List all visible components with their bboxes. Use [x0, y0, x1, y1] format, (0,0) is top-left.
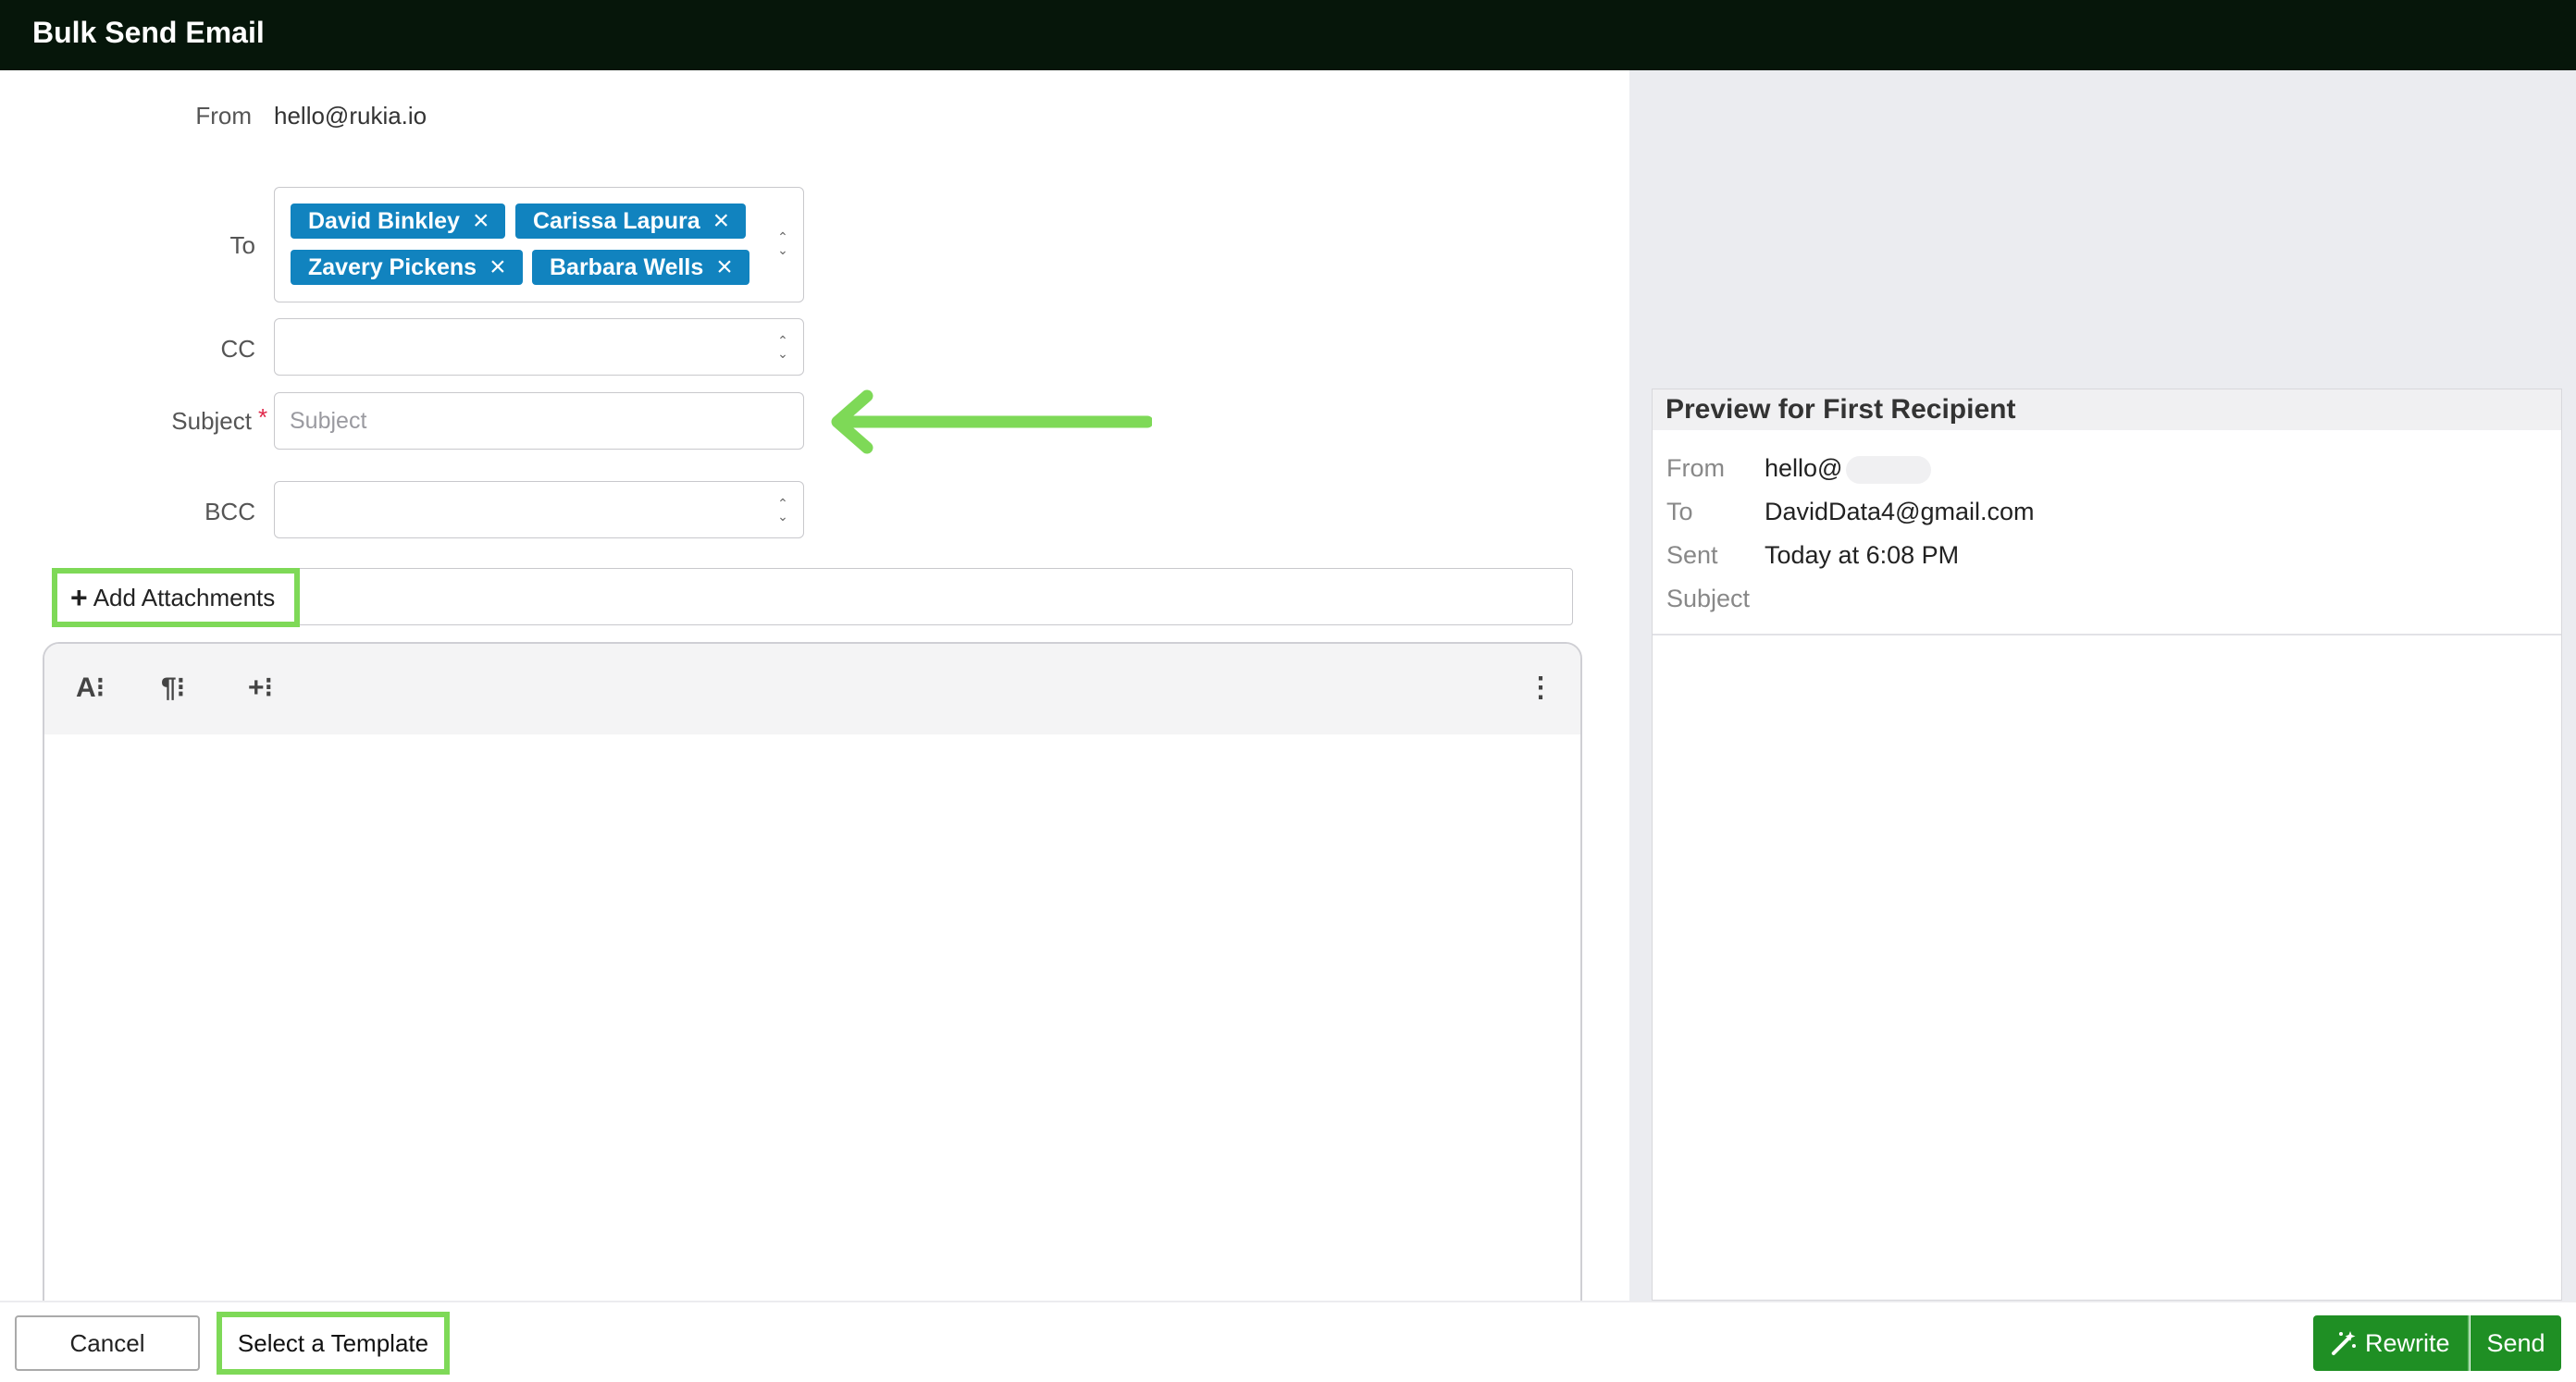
from-value: hello@rukia.io: [274, 102, 427, 130]
redacted-text: [1846, 455, 1932, 484]
cc-field[interactable]: ⌃ ⌄: [274, 318, 804, 376]
bcc-label: BCC: [204, 498, 255, 525]
recipient-tag-label: Carissa Lapura: [533, 208, 700, 234]
cancel-button[interactable]: Cancel: [15, 1315, 200, 1371]
recipient-tag[interactable]: Carissa Lapura ×: [515, 204, 747, 239]
preview-from-row: From hello@: [1666, 454, 1932, 484]
preview-title: Preview for First Recipient: [1653, 389, 2561, 430]
chevron-updown-icon[interactable]: ⌃ ⌄: [775, 497, 790, 523]
preview-card: Preview for First Recipient From hello@ T…: [1652, 389, 2562, 1301]
preview-sent-label: Sent: [1666, 541, 1718, 569]
annotation-arrow-icon: [831, 389, 1152, 454]
required-marker: *: [258, 403, 268, 431]
preview-to-label: To: [1666, 498, 1693, 525]
preview-subject-label: Subject: [1666, 585, 1751, 612]
paragraph-format-icon[interactable]: ¶⁝: [161, 672, 185, 704]
editor-toolbar: A⁝ ¶⁝ +⁝ ⋮: [44, 644, 1580, 734]
recipient-tag-label: David Binkley: [308, 208, 460, 234]
close-icon[interactable]: ×: [713, 204, 730, 239]
preview-from-value: hello@: [1765, 454, 1843, 482]
recipient-tag[interactable]: David Binkley ×: [291, 204, 506, 239]
recipient-tag-label: Zavery Pickens: [308, 254, 477, 280]
preview-sent-row: Sent Today at 6:08 PM: [1666, 541, 1959, 570]
preview-from-label: From: [1666, 454, 1725, 482]
to-label: To: [229, 231, 255, 259]
chevron-updown-icon[interactable]: ⌃ ⌄: [775, 334, 790, 360]
from-label: From: [195, 102, 252, 130]
preview-to-value: DavidData4@gmail.com: [1765, 498, 2035, 525]
preview-sent-value: Today at 6:08 PM: [1765, 541, 1960, 569]
close-icon[interactable]: ×: [473, 204, 489, 239]
send-button[interactable]: Send: [2471, 1315, 2561, 1371]
cc-label: CC: [220, 335, 255, 363]
select-template-button[interactable]: Select a Template: [217, 1312, 450, 1375]
subject-label: Subject: [171, 407, 252, 435]
recipient-tag[interactable]: Barbara Wells ×: [532, 250, 749, 285]
insert-icon[interactable]: +⁝: [248, 672, 273, 704]
subject-input[interactable]: [274, 392, 804, 450]
magic-wand-icon: [2332, 1331, 2356, 1355]
close-icon[interactable]: ×: [489, 250, 506, 285]
plus-icon: +: [70, 581, 88, 614]
chevron-updown-icon[interactable]: ⌃ ⌄: [775, 230, 790, 256]
add-attachments-label: Add Attachments: [93, 584, 276, 611]
close-icon[interactable]: ×: [716, 250, 733, 285]
top-bar: Bulk Send Email: [0, 0, 2576, 70]
email-body-editor[interactable]: A⁝ ¶⁝ +⁝ ⋮: [43, 642, 1582, 1308]
rewrite-label: Rewrite: [2365, 1329, 2450, 1357]
recipient-tag[interactable]: Zavery Pickens ×: [291, 250, 523, 285]
preview-subject-row: Subject: [1666, 585, 1765, 613]
preview-divider: [1653, 634, 2561, 635]
add-attachments-button[interactable]: + Add Attachments: [52, 568, 300, 627]
recipient-tag-label: Barbara Wells: [550, 254, 704, 280]
bcc-field[interactable]: ⌃ ⌄: [274, 481, 804, 538]
text-format-icon[interactable]: A⁝: [76, 672, 105, 704]
page-title: Bulk Send Email: [32, 16, 265, 49]
vertical-dots-icon[interactable]: ⋮: [1527, 672, 1554, 704]
button-separator: [2468, 1315, 2470, 1371]
preview-to-row: To DavidData4@gmail.com: [1666, 498, 2035, 526]
rewrite-button[interactable]: Rewrite: [2313, 1315, 2469, 1371]
